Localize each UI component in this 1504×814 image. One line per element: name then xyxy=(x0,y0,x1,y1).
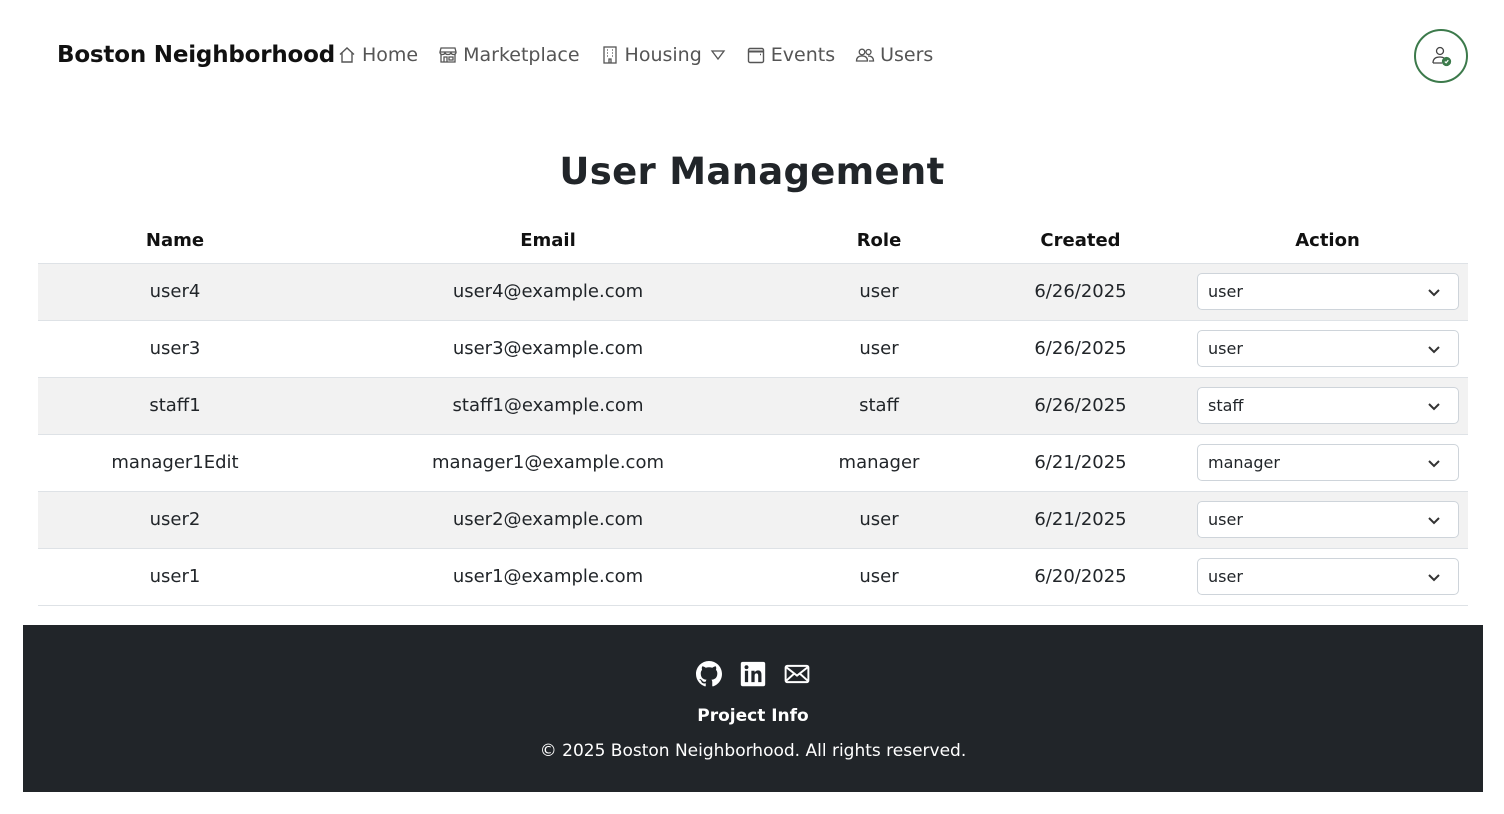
role-select-value: staff xyxy=(1208,396,1244,415)
page-title: User Management xyxy=(559,150,945,193)
building-icon xyxy=(602,46,617,64)
linkedin-link[interactable] xyxy=(739,660,767,688)
cell-created: 6/26/2025 xyxy=(974,320,1187,378)
user-table: Name Email Role Created Action user4 use… xyxy=(38,218,1468,606)
nav-link-label: Home xyxy=(362,44,419,66)
nav-link-users[interactable]: Users xyxy=(855,44,933,66)
chevron-down-icon xyxy=(1428,345,1440,353)
table-row: staff1 staff1@example.com staff 6/26/202… xyxy=(38,377,1468,435)
role-select-value: user xyxy=(1208,567,1243,586)
project-info-link[interactable]: Project Info xyxy=(23,706,1483,726)
cell-role: user xyxy=(784,548,974,606)
cell-role: staff xyxy=(784,377,974,435)
cell-created: 6/26/2025 xyxy=(974,263,1187,321)
calendar-icon xyxy=(747,47,764,64)
role-select[interactable]: user xyxy=(1197,558,1459,595)
house-icon xyxy=(339,47,355,63)
cell-role: user xyxy=(784,320,974,378)
nav-link-label: Users xyxy=(880,44,934,66)
nav-link-housing[interactable]: Housing xyxy=(600,44,726,66)
table-row: user3 user3@example.com user 6/26/2025 u… xyxy=(38,320,1468,378)
cell-created: 6/26/2025 xyxy=(974,377,1187,435)
envelope-icon xyxy=(784,664,810,684)
chevron-down-icon xyxy=(1428,288,1440,296)
email-link[interactable] xyxy=(783,660,811,688)
cell-name: staff1 xyxy=(38,377,312,435)
nav-link-label: Events xyxy=(770,44,836,66)
cell-role: user xyxy=(784,491,974,549)
cell-action: user xyxy=(1187,320,1468,378)
nav-link-home[interactable]: Home xyxy=(337,44,418,66)
cell-role: manager xyxy=(784,434,974,492)
cell-action: user xyxy=(1187,263,1468,321)
nav-link-label: Housing xyxy=(624,44,702,66)
footer: Project Info © 2025 Boston Neighborhood.… xyxy=(23,625,1483,792)
chevron-down-icon xyxy=(1428,516,1440,524)
copyright-text: © 2025 Boston Neighborhood. All rights r… xyxy=(539,741,967,761)
role-select-value: manager xyxy=(1208,453,1280,472)
column-header-action: Action xyxy=(1295,229,1360,251)
chevron-down-icon xyxy=(1428,573,1440,581)
github-link[interactable] xyxy=(695,660,723,688)
shop-icon xyxy=(439,47,457,63)
cell-created: 6/20/2025 xyxy=(974,548,1187,606)
social-links xyxy=(23,660,1483,688)
cell-name: user4 xyxy=(38,263,312,321)
column-header-name: Name xyxy=(145,229,205,251)
nav-link-label: Marketplace xyxy=(463,44,580,66)
cell-name: user1 xyxy=(38,548,312,606)
cell-email: user4@example.com xyxy=(312,263,784,321)
column-header-email: Email xyxy=(520,229,576,251)
role-select[interactable]: staff xyxy=(1197,387,1459,424)
people-icon xyxy=(855,48,875,62)
cell-name: user3 xyxy=(38,320,312,378)
table-row: user1 user1@example.com user 6/20/2025 u… xyxy=(38,548,1468,606)
profile-button[interactable] xyxy=(1414,29,1468,83)
cell-action: user xyxy=(1187,491,1468,549)
cell-email: staff1@example.com xyxy=(312,377,784,435)
nav-links: Home Marketplace Housing Events Users xyxy=(337,44,953,66)
table-row: manager1Edit manager1@example.com manage… xyxy=(38,434,1468,492)
role-select-value: user xyxy=(1208,282,1243,301)
table-row: user2 user2@example.com user 6/21/2025 u… xyxy=(38,491,1468,549)
chevron-down-icon xyxy=(1428,459,1440,467)
role-select[interactable]: user xyxy=(1197,273,1459,310)
cell-name: user2 xyxy=(38,491,312,549)
user-check-icon xyxy=(1432,46,1452,67)
role-select[interactable]: manager xyxy=(1197,444,1459,481)
role-select[interactable]: user xyxy=(1197,330,1459,367)
cell-email: manager1@example.com xyxy=(312,434,784,492)
role-select-value: user xyxy=(1208,510,1243,529)
cell-created: 6/21/2025 xyxy=(974,491,1187,549)
cell-email: user3@example.com xyxy=(312,320,784,378)
column-header-role: Role xyxy=(856,229,902,251)
chevron-down-icon xyxy=(1428,402,1440,410)
cell-email: user1@example.com xyxy=(312,548,784,606)
nav-link-events[interactable]: Events xyxy=(746,44,835,66)
github-icon xyxy=(696,661,722,687)
role-select-value: user xyxy=(1208,339,1243,358)
table-row: user4 user4@example.com user 6/26/2025 u… xyxy=(38,263,1468,321)
cell-action: staff xyxy=(1187,377,1468,435)
cell-role: user xyxy=(784,263,974,321)
cell-name: manager1Edit xyxy=(38,434,312,492)
column-header-created: Created xyxy=(1040,229,1121,251)
cell-action: manager xyxy=(1187,434,1468,492)
caret-down-icon xyxy=(710,50,726,61)
cell-action: user xyxy=(1187,548,1468,606)
cell-created: 6/21/2025 xyxy=(974,434,1187,492)
table-header-row: Name Email Role Created Action xyxy=(38,218,1468,263)
cell-email: user2@example.com xyxy=(312,491,784,549)
brand-logo-text[interactable]: Boston Neighborhood xyxy=(57,42,335,68)
navbar: Boston Neighborhood Home Marketplace Hou… xyxy=(0,0,1504,114)
linkedin-icon xyxy=(740,661,766,687)
nav-link-marketplace[interactable]: Marketplace xyxy=(438,44,580,66)
role-select[interactable]: user xyxy=(1197,501,1459,538)
